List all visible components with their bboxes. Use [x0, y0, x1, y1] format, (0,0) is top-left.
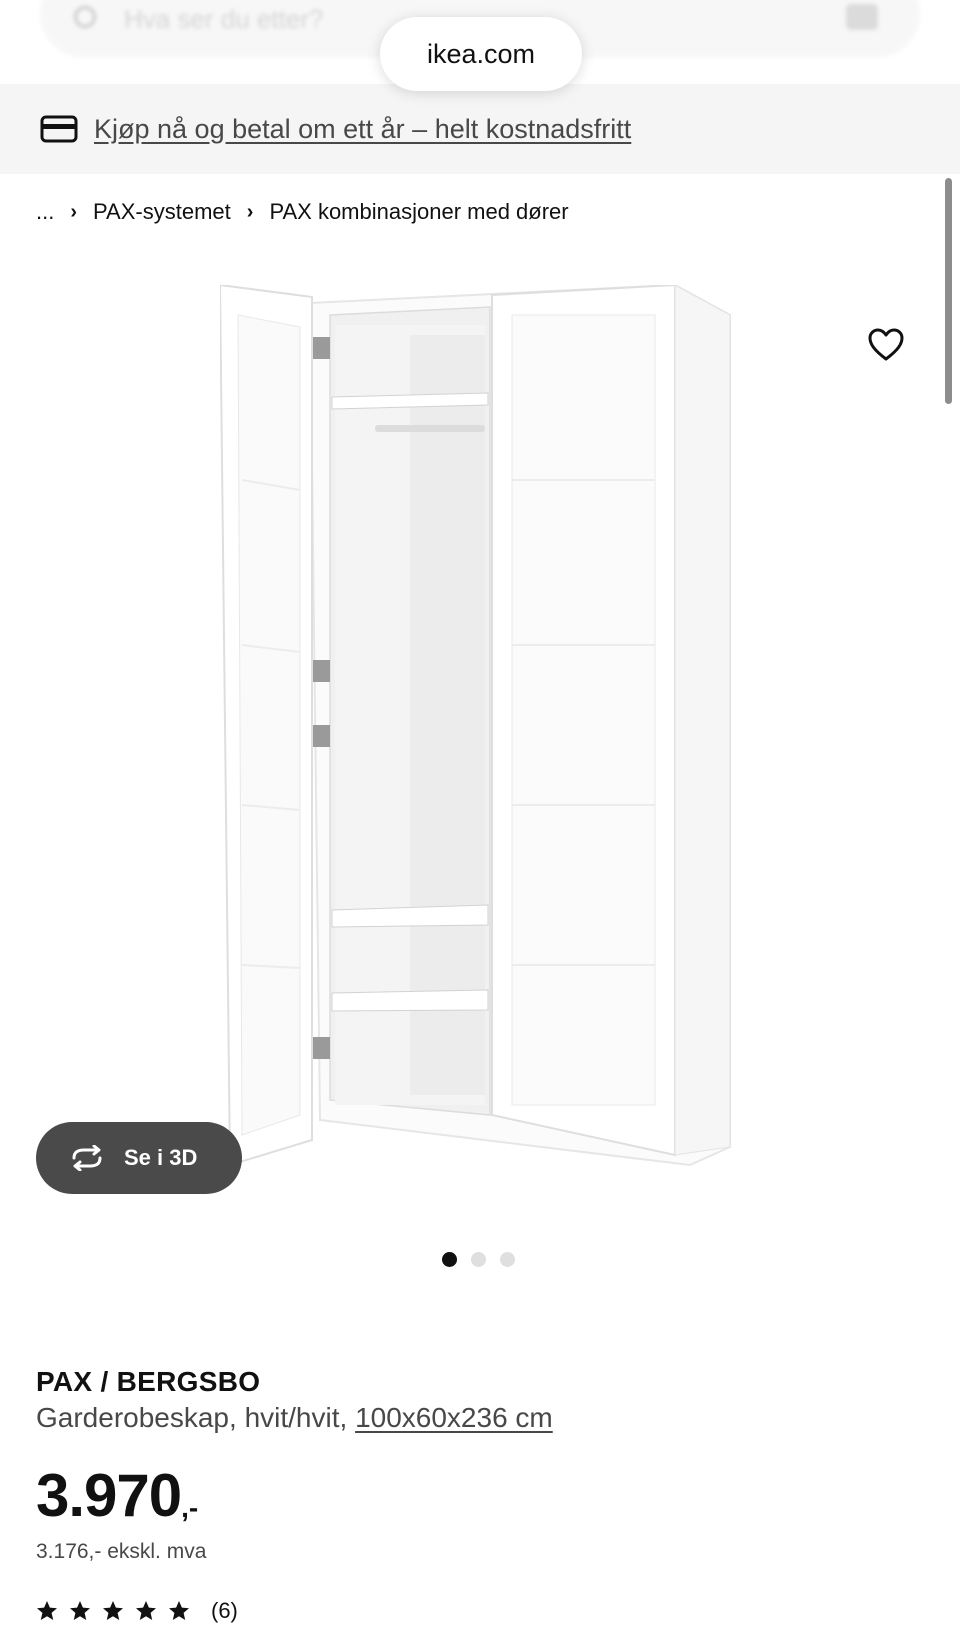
- camera-icon[interactable]: [846, 4, 878, 30]
- browser-url-pill[interactable]: ikea.com: [380, 17, 582, 91]
- heart-icon[interactable]: [868, 328, 904, 362]
- view-in-3d-button[interactable]: Se i 3D: [36, 1122, 242, 1194]
- breadcrumb-pax-kombinasjoner[interactable]: PAX kombinasjoner med dører: [269, 199, 568, 225]
- breadcrumb: ... › PAX-systemet › PAX kombinasjoner m…: [36, 196, 569, 228]
- star-icon: [169, 1601, 189, 1620]
- search-input[interactable]: Hva ser du etter?: [124, 4, 323, 35]
- price-suffix: ,-: [181, 1492, 199, 1523]
- chevron-right-icon: ›: [70, 200, 78, 223]
- product-name: PAX / BERGSBO: [36, 1366, 261, 1397]
- product-description: Garderobeskap, hvit/hvit, 100x60x236 cm: [36, 1402, 553, 1434]
- breadcrumb-pax-systemet[interactable]: PAX-systemet: [93, 199, 231, 225]
- product-rating[interactable]: (6): [36, 1598, 238, 1624]
- promo-banner[interactable]: Kjøp nå og betal om ett år – helt kostna…: [0, 84, 960, 174]
- product-price: 3.970 ,-: [36, 1462, 198, 1530]
- promo-link[interactable]: Kjøp nå og betal om ett år – helt kostna…: [94, 114, 631, 145]
- search-icon: [74, 6, 96, 28]
- price-amount: 3.970: [36, 1462, 182, 1529]
- carousel-dots: [442, 1252, 515, 1267]
- star-icon: [37, 1601, 57, 1620]
- carousel-dot[interactable]: [471, 1252, 486, 1267]
- price-ex-vat: 3.176,- ekskl. mva: [36, 1540, 207, 1563]
- carousel-dot[interactable]: [442, 1252, 457, 1267]
- view-in-3d-label: Se i 3D: [124, 1145, 198, 1170]
- rotate-3d-icon: [72, 1145, 102, 1171]
- star-icon: [70, 1601, 90, 1620]
- product-type: Garderobeskap, hvit/hvit,: [36, 1402, 348, 1433]
- chevron-right-icon: ›: [246, 200, 254, 223]
- credit-card-icon: [40, 115, 78, 143]
- product-image-wardrobe[interactable]: [220, 285, 740, 1215]
- review-count: (6): [211, 1598, 238, 1623]
- star-icon: [103, 1601, 123, 1620]
- carousel-dot[interactable]: [500, 1252, 515, 1267]
- scrollbar[interactable]: [945, 178, 952, 404]
- star-icon: [136, 1601, 156, 1620]
- product-dimensions-link[interactable]: 100x60x236 cm: [355, 1402, 553, 1433]
- breadcrumb-ellipsis[interactable]: ...: [36, 199, 54, 225]
